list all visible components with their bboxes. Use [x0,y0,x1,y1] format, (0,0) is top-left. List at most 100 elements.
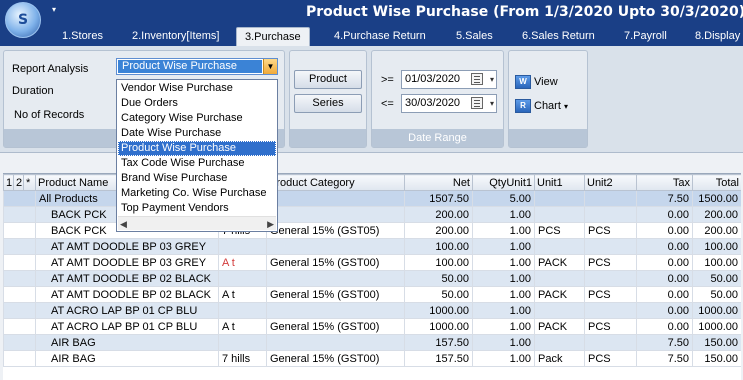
tax-cell[interactable]: 0.00 [636,222,693,239]
total-cell[interactable]: 50.00 [692,270,741,287]
unit1-cell[interactable] [534,238,585,255]
total-cell[interactable]: 1000.00 [692,318,741,335]
outline-cell[interactable] [3,222,36,239]
tab-purchase-return[interactable]: 4.Purchase Return [334,27,426,46]
chevron-down-icon[interactable]: ▾ [490,71,494,88]
col-tax[interactable]: Tax [636,174,693,191]
extra-cell[interactable] [218,334,267,351]
report-analysis-combo[interactable]: Product Wise Purchase ▼ [116,58,278,75]
unit2-cell[interactable] [584,334,637,351]
total-cell[interactable]: 1000.00 [692,302,741,319]
tax-cell[interactable]: 0.00 [636,206,693,223]
extra-cell[interactable]: A t [218,286,267,303]
product-name-cell[interactable]: AT AMT DOODLE BP 02 BLACK [35,270,219,287]
product-category-cell[interactable]: General 15% (GST00) [266,318,405,335]
total-cell[interactable]: 50.00 [692,286,741,303]
unit1-cell[interactable]: PACK [534,286,585,303]
date-from-field[interactable]: 01/03/2020 ▾ [401,70,497,89]
extra-cell[interactable] [218,302,267,319]
table-row[interactable]: BACK PCK7 hillsGeneral 15% (GST05)200.00… [3,222,741,239]
net-cell[interactable]: 157.50 [404,350,473,367]
qty-cell[interactable]: 1.00 [472,350,535,367]
table-row[interactable]: AT ACRO LAP BP 01 CP BLU A t General 15% (… [3,318,741,335]
qty-cell[interactable]: 1.00 [472,270,535,287]
product-name-cell[interactable]: AT AMT DOODLE BP 02 BLACK [35,286,219,303]
net-cell[interactable]: 50.00 [404,286,473,303]
tax-cell[interactable]: 0.00 [636,318,693,335]
unit1-cell[interactable] [534,270,585,287]
unit2-cell[interactable] [584,270,637,287]
product-category-cell[interactable] [266,270,405,287]
outline-cell[interactable] [3,270,36,287]
outline-cell[interactable] [3,206,36,223]
product-name-cell[interactable]: AT ACRO LAP BP 01 CP BLU [35,318,219,335]
dropdown-option-vendor-wise[interactable]: Vendor Wise Purchase [118,81,276,96]
net-cell[interactable]: 200.00 [404,206,473,223]
dropdown-option-product-wise[interactable]: Product Wise Purchase [118,141,276,156]
total-cell[interactable]: 150.00 [692,350,741,367]
dropdown-option-category-wise[interactable]: Category Wise Purchase [118,111,276,126]
product-category-cell[interactable] [266,206,405,223]
col-total[interactable]: Total [692,174,741,191]
net-cell[interactable]: 1000.00 [404,318,473,335]
product-name-cell[interactable]: AT AMT DOODLE BP 03 GREY [35,238,219,255]
unit1-cell[interactable] [534,302,585,319]
report-analysis-dropdown[interactable]: Vendor Wise Purchase Due Orders Category… [116,79,278,232]
extra-cell[interactable]: A t [218,254,267,271]
product-button[interactable]: Product [294,70,362,89]
total-cell[interactable]: 150.00 [692,334,741,351]
extra-cell[interactable]: A t [218,318,267,335]
outline-level-all[interactable]: * [23,174,36,191]
calendar-icon[interactable] [471,73,483,85]
tab-payroll[interactable]: 7.Payroll [624,27,667,46]
net-cell[interactable]: 157.50 [404,334,473,351]
col-net[interactable]: Net [404,174,473,191]
unit2-cell[interactable]: PCS [584,318,637,335]
chart-button[interactable]: R Chart ▾ [515,97,568,115]
app-logo[interactable]: S [5,2,41,38]
total-cell[interactable]: 200.00 [692,206,741,223]
tax-cell[interactable]: 7.50 [636,350,693,367]
table-group-row[interactable]: AIR BAG 157.50 1.00 7.50 150.00 [3,334,741,351]
qty-cell[interactable]: 1.00 [472,286,535,303]
dropdown-option-due-orders[interactable]: Due Orders [118,96,276,111]
scroll-right-icon[interactable]: ▶ [267,217,274,231]
qty-cell[interactable]: 1.00 [472,302,535,319]
unit1-cell[interactable]: Pack [534,350,585,367]
unit1-cell[interactable] [534,190,585,207]
net-cell[interactable]: 1507.50 [404,190,473,207]
table-group-row[interactable]: AT AMT DOODLE BP 02 BLACK 50.00 1.00 0.00 50… [3,270,741,287]
product-category-cell[interactable] [266,334,405,351]
product-category-cell[interactable] [266,238,405,255]
tab-sales[interactable]: 5.Sales [456,27,493,46]
unit2-cell[interactable] [584,206,637,223]
col-product-category[interactable]: Product Category [266,174,405,191]
view-button[interactable]: W View [515,73,558,91]
date-to-field[interactable]: 30/03/2020 ▾ [401,94,497,113]
tax-cell[interactable]: 7.50 [636,190,693,207]
unit1-cell[interactable] [534,206,585,223]
outline-cell[interactable] [3,318,36,335]
unit2-cell[interactable] [584,190,637,207]
qty-cell[interactable]: 1.00 [472,334,535,351]
product-category-cell[interactable] [266,302,405,319]
qty-cell[interactable]: 1.00 [472,254,535,271]
qty-cell[interactable]: 1.00 [472,318,535,335]
tab-sales-return[interactable]: 6.Sales Return [522,27,595,46]
unit1-cell[interactable]: PACK [534,254,585,271]
qty-cell[interactable]: 1.00 [472,222,535,239]
extra-cell[interactable] [218,238,267,255]
unit2-cell[interactable]: PCS [584,254,637,271]
col-qty-unit1[interactable]: QtyUnit1 [472,174,535,191]
col-unit1[interactable]: Unit1 [534,174,585,191]
total-cell[interactable]: 100.00 [692,254,741,271]
table-group-row[interactable]: All Products 1507.50 5.00 7.50 1500.00 [3,190,741,207]
table-row[interactable]: AIR BAG 7 hills General 15% (GST00) 157.50 1… [3,350,741,367]
quick-access-dropdown-icon[interactable]: ▾ [52,5,56,14]
outline-cell[interactable] [3,286,36,303]
unit1-cell[interactable]: PACK [534,318,585,335]
unit2-cell[interactable] [584,302,637,319]
product-name-cell[interactable]: AT AMT DOODLE BP 03 GREY [35,254,219,271]
series-button[interactable]: Series [294,94,362,113]
outline-cell[interactable] [3,350,36,367]
